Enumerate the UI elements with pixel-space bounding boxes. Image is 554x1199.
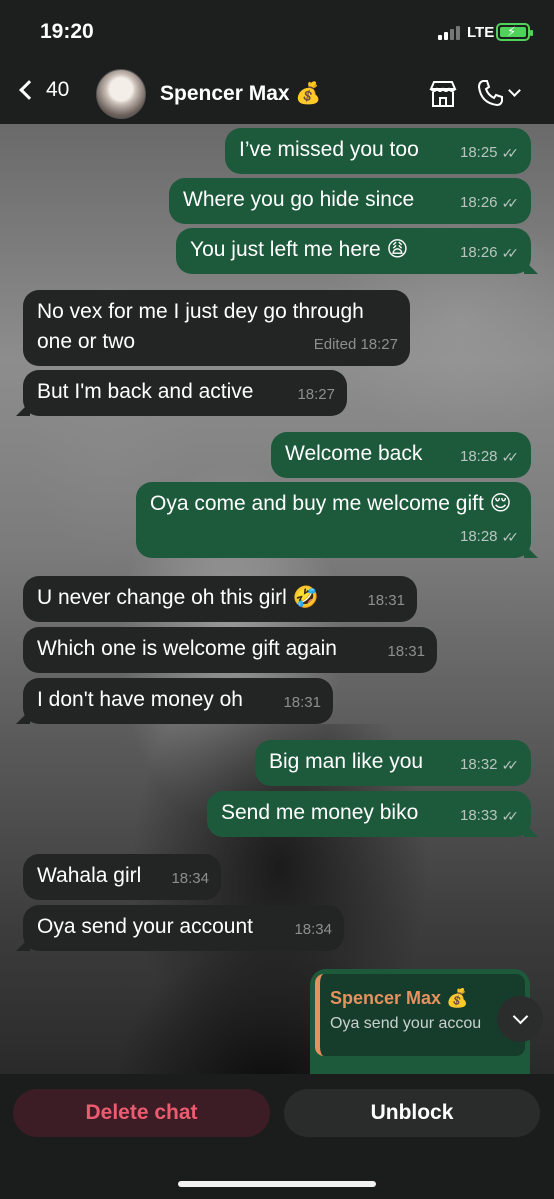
message-bubble[interactable]: Oya send your account 18:34	[23, 905, 344, 951]
message-meta: 18:28 ✓✓	[460, 442, 519, 472]
message-bubble[interactable]: No vex for me I just dey go through one …	[23, 290, 410, 366]
chevron-left-icon	[19, 80, 39, 100]
message-text: Wahala girl	[37, 864, 142, 887]
message-meta: 18:33 ✓✓	[460, 801, 519, 831]
read-ticks-icon: ✓✓	[501, 195, 520, 211]
home-indicator[interactable]	[178, 1181, 376, 1187]
message-bubble[interactable]: Send me money biko 18:33 ✓✓	[207, 791, 531, 837]
quoted-sender: Spencer Max 💰	[330, 988, 469, 1008]
phone-icon[interactable]	[476, 78, 506, 108]
message-text: Send me money biko	[221, 801, 419, 824]
message-meta: 18:32 ✓✓	[460, 750, 519, 780]
message-bubble[interactable]: Oya come and buy me welcome gift 😌 18:28…	[136, 482, 531, 558]
bottom-action-bar: Delete chat Unblock	[0, 1074, 554, 1199]
message-bubble[interactable]: Which one is welcome gift again 18:31	[23, 627, 437, 673]
chat-header: 40 Spencer Max 💰	[0, 64, 554, 124]
message-meta: 18:31	[387, 643, 425, 660]
network-label: LTE	[467, 24, 495, 41]
scroll-to-bottom-button[interactable]	[497, 996, 543, 1042]
message-text: Which one is welcome gift again	[37, 637, 337, 660]
message-bubble[interactable]: I don't have money oh 18:31	[23, 678, 333, 724]
message-text: You just left me here 😩	[190, 238, 409, 261]
chevron-down-icon	[512, 1008, 528, 1024]
read-ticks-icon: ✓✓	[501, 529, 520, 545]
read-ticks-icon: ✓✓	[501, 245, 520, 261]
back-button[interactable]: 40	[16, 78, 69, 102]
message-text: Oya send your account	[37, 915, 253, 938]
message-bubble[interactable]: U never change oh this girl 🤣 18:31	[23, 576, 417, 622]
message-list: I’ve missed you too 18:25 ✓✓ Where you go…	[0, 124, 554, 1074]
read-ticks-icon: ✓✓	[501, 757, 520, 773]
message-meta: 18:27	[297, 386, 335, 403]
message-bubble[interactable]: You just left me here 😩 18:26 ✓✓	[176, 228, 531, 274]
message-bubble[interactable]: Where you go hide since 18:26 ✓✓	[169, 178, 531, 224]
message-text: But I'm back and active	[37, 380, 254, 403]
unblock-button[interactable]: Unblock	[284, 1089, 540, 1137]
quoted-text: Oya send your accou	[330, 1015, 482, 1032]
message-text: I’ve missed you too	[239, 138, 419, 161]
avatar[interactable]	[96, 69, 146, 119]
message-meta: 18:25 ✓✓	[460, 138, 519, 168]
read-ticks-icon: ✓✓	[501, 145, 520, 161]
message-meta: 18:31	[283, 694, 321, 711]
message-text: Big man like you	[269, 750, 424, 773]
message-text: Where you go hide since	[183, 188, 415, 211]
read-ticks-icon: ✓✓	[501, 808, 520, 824]
status-bar: 19:20 LTE ⚡	[0, 0, 554, 64]
message-bubble[interactable]: Welcome back 18:28 ✓✓	[271, 432, 531, 478]
signal-icon	[438, 26, 460, 40]
message-meta: 18:34	[171, 870, 209, 887]
message-meta: 18:26 ✓✓	[460, 238, 519, 268]
quoted-message[interactable]: Spencer Max 💰 Oya send your accou	[315, 974, 525, 1056]
message-meta: 18:26 ✓✓	[460, 188, 519, 218]
message-text: Welcome back	[285, 442, 423, 465]
message-meta: 18:28 ✓✓	[460, 522, 519, 552]
unread-count: 40	[46, 78, 70, 101]
battery-icon: ⚡	[496, 23, 533, 41]
contact-name[interactable]: Spencer Max 💰	[160, 82, 322, 106]
message-text: Oya come and buy me welcome gift 😌	[150, 492, 512, 515]
message-bubble[interactable]: But I'm back and active 18:27	[23, 370, 347, 416]
chevron-down-icon[interactable]	[508, 84, 521, 97]
message-bubble[interactable]: I’ve missed you too 18:25 ✓✓	[225, 128, 531, 174]
message-meta: 18:31	[367, 592, 405, 609]
message-text: U never change oh this girl 🤣	[37, 586, 319, 609]
status-time: 19:20	[40, 20, 94, 43]
read-ticks-icon: ✓✓	[501, 449, 520, 465]
message-text: I don't have money oh	[37, 688, 243, 711]
message-bubble[interactable]: Big man like you 18:32 ✓✓	[255, 740, 531, 786]
message-meta: 18:34	[294, 921, 332, 938]
message-meta: Edited 18:27	[313, 336, 398, 353]
store-icon[interactable]	[428, 80, 458, 108]
delete-chat-button[interactable]: Delete chat	[13, 1089, 270, 1137]
message-bubble[interactable]: Wahala girl 18:34	[23, 854, 221, 900]
